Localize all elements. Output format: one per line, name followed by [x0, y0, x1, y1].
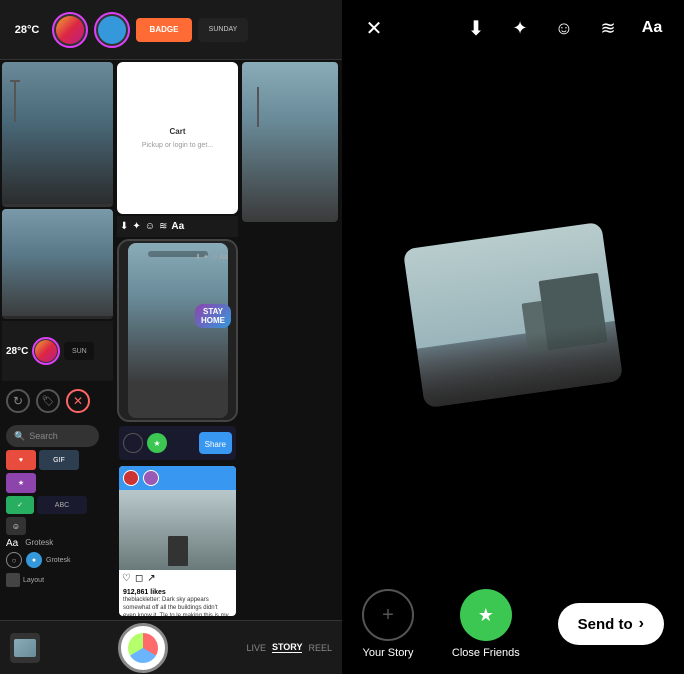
- icon-row-2: ○ ● Grotesk: [6, 552, 109, 568]
- post-image: [119, 490, 236, 570]
- your-story-circle: [123, 433, 143, 453]
- sticker-item[interactable]: ★: [6, 473, 36, 493]
- left-panel: 28°C BADGE SUNDAY: [0, 0, 342, 674]
- sticker-row-2: ✓ ABC ☺: [6, 496, 109, 535]
- your-story-label: Your Story: [363, 647, 414, 659]
- col-right-partial: [240, 60, 340, 620]
- temp-label: 28°C: [8, 24, 46, 36]
- close-friends-label: Close Friends: [452, 647, 520, 659]
- sticker-panel: 🔍 Search ♥ GIF ★ ✓ ABC ☺ Aa Grotesk: [2, 421, 113, 593]
- camera-shutter-area: [48, 623, 238, 673]
- story-avatar-2[interactable]: [94, 12, 130, 48]
- post-avatar-2: [143, 470, 159, 486]
- circle-icon[interactable]: ○: [6, 552, 22, 568]
- small-badge: SUN: [64, 342, 94, 360]
- sticker-item[interactable]: ABC: [37, 496, 87, 514]
- refresh-icon[interactable]: ↻: [6, 389, 30, 413]
- sparkle-button[interactable]: ✦: [504, 12, 536, 44]
- white-card-text: Cart Pickup or login to get...: [142, 126, 213, 151]
- story-avatar-1[interactable]: [52, 12, 88, 48]
- send-to-arrow-icon: ›: [639, 615, 644, 633]
- bottom-tools: LIVE STORY REEL: [0, 620, 342, 674]
- font-label: Grotesk: [25, 538, 53, 549]
- thumb-rain-large[interactable]: [2, 62, 113, 207]
- your-story-option: + Your Story: [362, 589, 414, 659]
- sticker-row-1: ♥ GIF ★: [6, 450, 109, 493]
- feed-post-preview: ♡ ◻ ↗ 912,861 likes theblackletter: Dark…: [119, 466, 236, 616]
- search-placeholder: Search: [29, 431, 58, 441]
- grid-area: 28°C SUN ↻ 🏷 ✕: [0, 60, 342, 620]
- stories-strip: 28°C BADGE SUNDAY: [0, 0, 342, 60]
- icon-row: ↻ 🏷 ✕: [2, 383, 113, 419]
- layout-icon: [6, 573, 20, 587]
- audio-button[interactable]: ≋: [592, 12, 624, 44]
- sticker-item[interactable]: ♥: [6, 450, 36, 470]
- close-button[interactable]: ✕: [358, 12, 390, 44]
- close-friends-circle[interactable]: ★: [460, 589, 512, 641]
- post-header: [119, 466, 236, 490]
- post-avatar-1: [123, 470, 139, 486]
- avatar-inner-2: [98, 16, 126, 44]
- share-row-your-story: ★ Share: [123, 430, 232, 456]
- sticker-item[interactable]: ☺: [6, 517, 26, 535]
- aa-label: Aa: [6, 538, 18, 549]
- tag-icon[interactable]: 🏷: [36, 389, 60, 413]
- col-left-thumbs: 28°C SUN ↻ 🏷 ✕: [0, 60, 115, 620]
- phone-header: ⬇ ✦ ☺ Aa: [119, 249, 236, 265]
- close-small-icon[interactable]: ✕: [66, 389, 90, 413]
- sticker-item[interactable]: ✓: [6, 496, 34, 514]
- mid-toolbar: ⬇ ✦ ☺ ≋ Aa: [117, 216, 238, 237]
- sticker-stay-home: STAY HOME: [195, 304, 231, 328]
- grotesk-label: Grotesk: [46, 557, 71, 564]
- col-mid-thumbs: Cart Pickup or login to get... ⬇ ✦ ☺ ≋ A…: [115, 60, 240, 620]
- toolbar-icons-right: ⬇ ✦ ☺ ≋ Aa: [460, 12, 668, 44]
- send-to-button[interactable]: Send to ›: [558, 603, 664, 645]
- right-panel: ✕ ⬇ ✦ ☺ ≋ Aa: [342, 0, 684, 674]
- small-avatar: [32, 337, 60, 365]
- sticker-button[interactable]: ☺: [548, 12, 580, 44]
- sticker-item[interactable]: GIF: [39, 450, 79, 470]
- small-temp: 28°C: [6, 346, 28, 357]
- sticker-row-3: Aa Grotesk: [6, 538, 109, 549]
- close-friends-option: ★ Close Friends: [452, 589, 520, 659]
- stay-home-sticker: STAY HOME: [195, 301, 231, 328]
- white-card[interactable]: Cart Pickup or login to get...: [117, 62, 238, 214]
- bottom-share: + Your Story ★ Close Friends Send to ›: [342, 574, 684, 674]
- post-actions: ♡ ◻ ↗: [119, 570, 236, 587]
- sticker-search[interactable]: 🔍 Search: [6, 425, 99, 447]
- send-to-label: Send to: [578, 616, 633, 633]
- gallery-thumb[interactable]: [10, 633, 40, 663]
- story-sunday: SUNDAY: [198, 18, 248, 42]
- phone-screen: [128, 243, 228, 418]
- download-button[interactable]: ⬇: [460, 12, 492, 44]
- mode-labels: LIVE STORY REEL: [246, 642, 332, 653]
- phone-mockup: ⬇ ✦ ☺ Aa STAY HOME: [117, 239, 238, 422]
- camera-shutter[interactable]: [118, 623, 168, 673]
- text-button[interactable]: Aa: [636, 12, 668, 44]
- top-toolbar: ✕ ⬇ ✦ ☺ ≋ Aa: [342, 0, 684, 56]
- thumb-rain-small[interactable]: [2, 209, 113, 319]
- thumb-temp-strip: 28°C SUN: [2, 321, 113, 381]
- your-story-circle[interactable]: +: [362, 589, 414, 641]
- badge-text: BADGE: [150, 25, 179, 34]
- circle-filled-icon[interactable]: ●: [26, 552, 42, 568]
- post-caption: 912,861 likes theblackletter: Dark sky a…: [119, 587, 236, 616]
- rotated-photo: [403, 222, 623, 408]
- share-btn[interactable]: Share: [199, 432, 232, 454]
- close-friends-dot: ★: [147, 433, 167, 453]
- story-badge: BADGE: [136, 18, 192, 42]
- share-options-panel: ★ Share: [119, 426, 236, 460]
- story-canvas: [342, 56, 684, 574]
- layout-icon-row: Layout: [6, 571, 109, 589]
- avatar-inner-1: [56, 16, 84, 44]
- right-rain-thumb[interactable]: [242, 62, 338, 222]
